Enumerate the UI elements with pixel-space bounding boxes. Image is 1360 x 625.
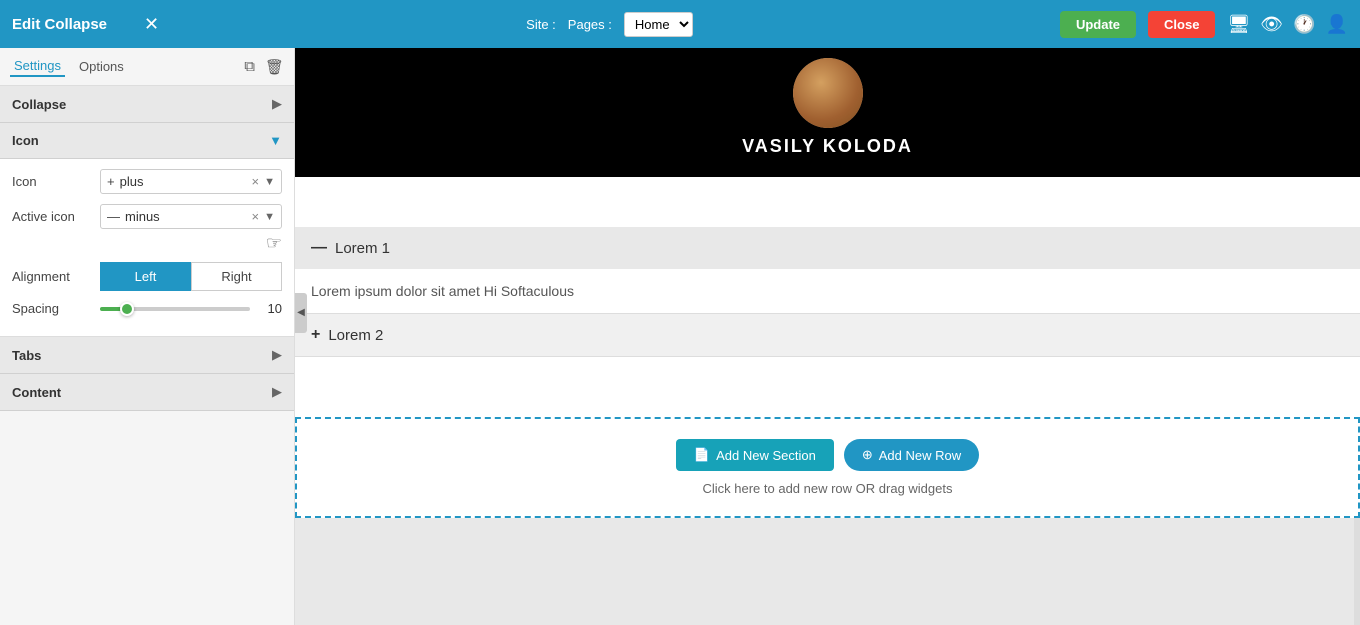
- collapse-widget: — Lorem 1 Lorem ipsum dolor sit amet Hi …: [295, 227, 1360, 357]
- icon-form-row: Icon + plus × ▼: [12, 169, 282, 194]
- icon-section-label: Icon: [12, 133, 39, 148]
- bottom-add-section: 📄 Add New Section ⊕ Add New Row Click he…: [295, 417, 1360, 518]
- eye-icon[interactable]: 👁: [1260, 14, 1283, 35]
- collapse-icon-2: +: [311, 326, 320, 344]
- alignment-buttons: Left Right: [100, 262, 282, 291]
- content-section-row[interactable]: Content ▶: [0, 374, 294, 411]
- add-new-section-button[interactable]: 📄 Add New Section: [676, 439, 834, 471]
- right-area: VASILY KOLODA — Lorem 1 Lorem ipsum dolo…: [295, 48, 1360, 625]
- align-left-button[interactable]: Left: [100, 262, 191, 291]
- top-bar: Edit Collapse ✕ Site : Pages : Home Upda…: [0, 0, 1360, 48]
- icon-dropdown-arrow[interactable]: ▼: [264, 176, 275, 188]
- delete-icon[interactable]: 🗑: [265, 58, 284, 76]
- icon-label: Icon: [12, 174, 92, 189]
- add-new-row-button[interactable]: ⊕ Add New Row: [844, 439, 979, 471]
- collapse-body-1: Lorem ipsum dolor sit amet Hi Softaculou…: [295, 269, 1360, 313]
- profile-name: VASILY KOLODA: [742, 136, 913, 157]
- content-arrow-icon: ▶: [272, 384, 282, 400]
- bottom-hint: Click here to add new row OR drag widget…: [702, 481, 952, 496]
- collapse-header-2[interactable]: + Lorem 2: [295, 314, 1360, 356]
- update-button[interactable]: Update: [1060, 11, 1136, 38]
- spacing-value: 10: [258, 301, 282, 316]
- plus-icon: +: [107, 174, 115, 189]
- alignment-row: Alignment Left Right: [12, 262, 282, 291]
- canvas-gap: [295, 177, 1360, 227]
- cursor-indicator: ☞: [266, 233, 282, 254]
- main-layout: Settings Options ⧉ 🗑 Collapse ▶ Icon ▼ I…: [0, 48, 1360, 625]
- site-label: Site :: [526, 17, 556, 32]
- active-icon-select[interactable]: — minus × ▼: [100, 204, 282, 229]
- canvas-area: VASILY KOLODA — Lorem 1 Lorem ipsum dolo…: [295, 48, 1360, 625]
- spacing-label: Spacing: [12, 301, 92, 316]
- bottom-add-buttons: 📄 Add New Section ⊕ Add New Row: [676, 439, 979, 471]
- collapse-title-2: Lorem 2: [328, 327, 383, 344]
- spacing-slider[interactable]: [100, 307, 250, 311]
- person-icon[interactable]: 👤: [1326, 14, 1348, 35]
- slider-container: 10: [100, 301, 282, 316]
- collapse-header-1[interactable]: — Lorem 1: [295, 227, 1360, 269]
- icon-section: Icon ▼ Icon + plus × ▼ Active icon: [0, 123, 294, 337]
- close-x-button[interactable]: ✕: [144, 14, 159, 35]
- avatar: [793, 58, 863, 128]
- panel-tabs: Settings Options ⧉ 🗑: [0, 48, 294, 86]
- copy-icon[interactable]: ⧉: [244, 58, 255, 75]
- monitor-icon[interactable]: 🖥: [1227, 14, 1250, 35]
- active-icon-label: Active icon: [12, 209, 92, 224]
- active-icon-clear-icon[interactable]: ×: [252, 209, 260, 224]
- add-row-plus-icon: ⊕: [862, 447, 873, 463]
- collapse-icon-1: —: [311, 239, 327, 257]
- tabs-arrow-icon: ▶: [272, 347, 282, 363]
- pages-select[interactable]: Home: [624, 12, 693, 37]
- icon-select[interactable]: + plus × ▼: [100, 169, 282, 194]
- spacing-row: Spacing 10: [12, 301, 282, 316]
- collapse-arrow-icon: ▶: [272, 96, 282, 112]
- avatar-image: [793, 58, 863, 128]
- close-button[interactable]: Close: [1148, 11, 1215, 38]
- collapse-section-row[interactable]: Collapse ▶: [0, 86, 294, 123]
- top-bar-icons: 🖥 👁 🕐 👤: [1227, 14, 1348, 35]
- tab-options[interactable]: Options: [75, 57, 128, 76]
- panel-collapse-toggle[interactable]: ◀: [295, 293, 307, 333]
- icon-section-content: Icon + plus × ▼ Active icon — minus ×: [0, 159, 294, 336]
- add-section-file-icon: 📄: [694, 447, 710, 463]
- collapse-item-1: — Lorem 1 Lorem ipsum dolor sit amet Hi …: [295, 227, 1360, 314]
- canvas-gap-2: [295, 357, 1360, 417]
- tab-settings[interactable]: Settings: [10, 56, 65, 77]
- collapse-item-2: + Lorem 2: [295, 314, 1360, 357]
- collapse-title-1: Lorem 1: [335, 240, 390, 257]
- active-icon-form-row: Active icon — minus × ▼: [12, 204, 282, 229]
- slider-thumb[interactable]: [120, 302, 134, 316]
- pages-label: Pages :: [568, 17, 612, 32]
- add-section-label: Add New Section: [716, 448, 816, 463]
- icon-section-arrow: ▼: [269, 133, 282, 148]
- add-row-label: Add New Row: [879, 448, 961, 463]
- profile-section: VASILY KOLODA: [295, 48, 1360, 177]
- icon-section-header[interactable]: Icon ▼: [0, 123, 294, 159]
- collapse-body-text-1: Lorem ipsum dolor sit amet Hi Softaculou…: [311, 283, 574, 299]
- minus-icon: —: [107, 209, 120, 224]
- align-right-button[interactable]: Right: [191, 262, 282, 291]
- alignment-label: Alignment: [12, 269, 92, 284]
- tabs-section-row[interactable]: Tabs ▶: [0, 337, 294, 374]
- collapse-section-label: Collapse: [12, 97, 66, 112]
- icon-select-value: plus: [120, 174, 247, 189]
- active-icon-select-value: minus: [125, 209, 247, 224]
- history-icon[interactable]: 🕐: [1293, 14, 1315, 35]
- panel-title: Edit Collapse: [12, 16, 132, 33]
- left-panel: Settings Options ⧉ 🗑 Collapse ▶ Icon ▼ I…: [0, 48, 295, 625]
- tabs-section-label: Tabs: [12, 348, 41, 363]
- content-section-label: Content: [12, 385, 61, 400]
- icon-clear-icon[interactable]: ×: [252, 174, 260, 189]
- active-icon-dropdown-arrow[interactable]: ▼: [264, 211, 275, 223]
